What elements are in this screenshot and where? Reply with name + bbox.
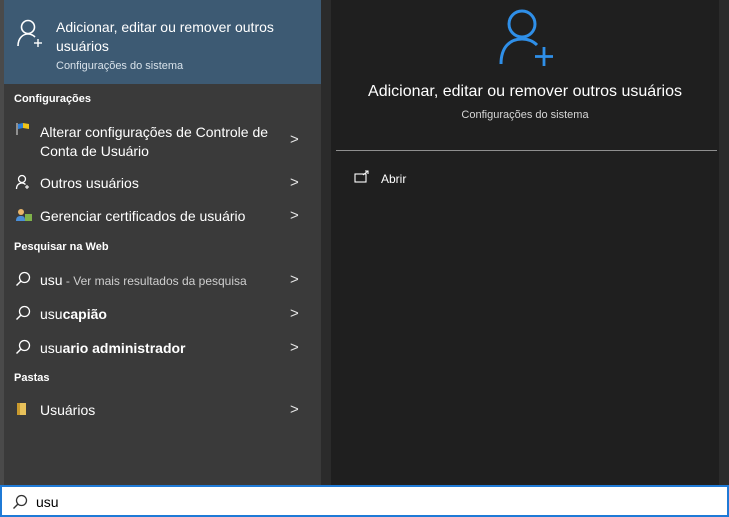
- settings-item-other-users[interactable]: Outros usuários >: [4, 172, 321, 194]
- search-input[interactable]: [36, 492, 636, 512]
- chevron-right-icon: >: [290, 131, 299, 148]
- search-icon: [15, 271, 31, 292]
- settings-item-uac-label: Alterar configurações de Controle de Con…: [40, 124, 269, 159]
- best-match-item[interactable]: Adicionar, editar ou remover outros usuá…: [4, 0, 321, 84]
- settings-item-certificates-label: Gerenciar certificados de usuário: [40, 208, 246, 224]
- user-icon: [15, 174, 31, 195]
- window-edge: [719, 0, 729, 485]
- user-add-icon: [16, 18, 44, 53]
- panel-gap: [321, 0, 331, 485]
- chevron-right-icon: >: [290, 271, 299, 288]
- folder-item-usuarios[interactable]: Usuários >: [4, 398, 321, 422]
- settings-item-uac[interactable]: Alterar configurações de Controle de Con…: [4, 120, 321, 162]
- chevron-right-icon: >: [290, 339, 299, 356]
- section-web-header: Pesquisar na Web: [14, 241, 109, 253]
- settings-item-other-users-label: Outros usuários: [40, 175, 139, 191]
- open-icon[interactable]: [354, 170, 370, 189]
- search-icon: [15, 305, 31, 326]
- web-item-completion: capião: [62, 306, 107, 322]
- chevron-right-icon: >: [290, 305, 299, 322]
- web-item-prefix: usu: [40, 306, 63, 322]
- search-icon: [12, 494, 28, 515]
- web-item-usucapiao[interactable]: usucapião >: [4, 302, 321, 326]
- detail-divider: [336, 150, 717, 151]
- web-item-usu[interactable]: usu - Ver mais resultados da pesquisa >: [4, 268, 321, 292]
- section-settings-header: Configurações: [14, 93, 92, 105]
- best-match-title: Adicionar, editar ou remover outros usuá…: [56, 19, 274, 54]
- search-icon: [15, 339, 31, 360]
- search-box[interactable]: [0, 485, 729, 517]
- settings-item-certificates[interactable]: Gerenciar certificados de usuário >: [4, 205, 321, 227]
- user-add-icon: [498, 6, 556, 73]
- detail-subtitle: Configurações do sistema: [461, 109, 589, 121]
- web-item-usuario-administrador-label: usuario administrador: [40, 339, 186, 358]
- web-item-usu-label: usu - Ver mais resultados da pesquisa: [40, 271, 247, 291]
- web-item-usuario-administrador[interactable]: usuario administrador >: [4, 336, 321, 360]
- chevron-right-icon: >: [290, 401, 299, 418]
- chevron-right-icon: >: [290, 174, 299, 191]
- uac-flag-icon: [15, 122, 31, 141]
- certificate-icon: [15, 207, 33, 228]
- best-match-subtitle: Configurações do sistema: [56, 60, 184, 72]
- web-item-hint: - Ver mais resultados da pesquisa: [62, 274, 247, 288]
- chevron-right-icon: >: [290, 207, 299, 224]
- folder-icon: [15, 402, 29, 421]
- web-item-query: usu: [40, 272, 63, 288]
- open-action-label[interactable]: Abrir: [381, 172, 406, 186]
- section-folders-header: Pastas: [14, 372, 50, 384]
- web-item-usucapiao-label: usucapião: [40, 305, 107, 324]
- web-item-completion: ario administrador: [62, 340, 186, 356]
- web-item-prefix: usu: [40, 340, 63, 356]
- detail-title: Adicionar, editar ou remover outros usuá…: [368, 83, 682, 100]
- folder-item-usuarios-label: Usuários: [40, 402, 96, 418]
